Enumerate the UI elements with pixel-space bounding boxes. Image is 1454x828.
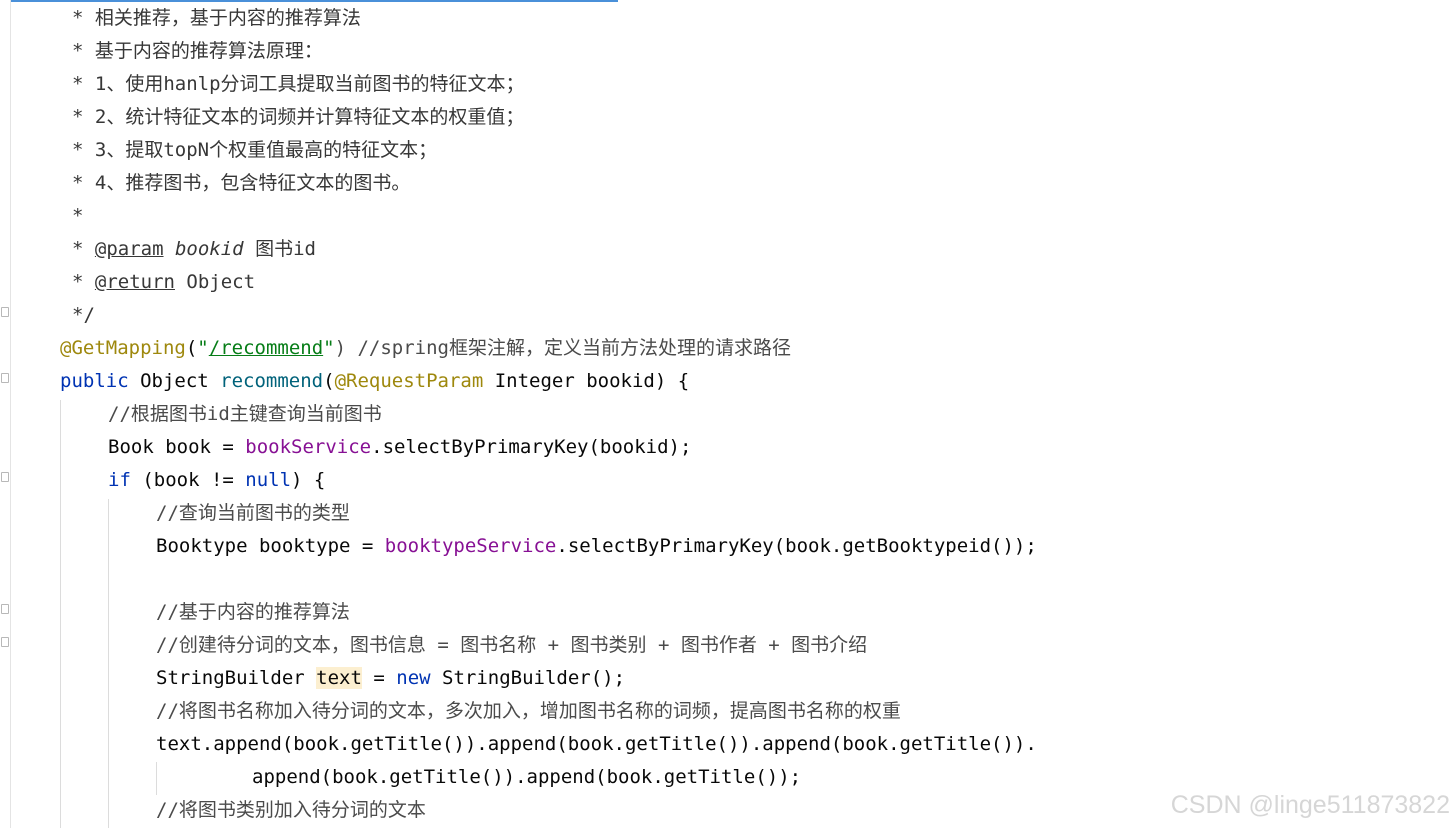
- code-token: *: [72, 238, 95, 260]
- code-token: (book !=: [130, 469, 246, 491]
- code-token: Integer bookid) {: [483, 370, 690, 392]
- code-token: StringBuilder();: [430, 667, 626, 689]
- code-editor[interactable]: * 相关推荐，基于内容的推荐算法 * 基于内容的推荐算法原理： * 1、使用hanl…: [0, 2, 1454, 827]
- code-line[interactable]: //将图书名称加入待分词的文本，多次加入，增加图书名称的词频，提高图书名称的权重: [0, 695, 1454, 728]
- code-token: =: [361, 667, 397, 689]
- code-token: Book book =: [108, 436, 246, 458]
- code-line[interactable]: */: [0, 299, 1454, 332]
- code-line[interactable]: * 4、推荐图书，包含特征文本的图书。: [0, 167, 1454, 200]
- code-token: */: [72, 304, 95, 326]
- code-line[interactable]: @GetMapping("/recommend") //spring框架注解，定…: [0, 332, 1454, 365]
- code-token: @return: [94, 271, 175, 293]
- code-token: @RequestParam: [334, 370, 484, 392]
- code-token: * 1、使用hanlp分词工具提取当前图书的特征文本；: [72, 73, 525, 95]
- code-line[interactable]: //根据图书id主键查询当前图书: [0, 398, 1454, 431]
- code-token: text.append(book.getTitle()).append(book…: [156, 733, 1037, 755]
- code-token: //创建待分词的文本，图书信息 = 图书名称 + 图书类别 + 图书作者 + 图…: [156, 634, 868, 656]
- code-line[interactable]: StringBuilder text = new StringBuilder()…: [0, 662, 1454, 695]
- code-token: * 4、推荐图书，包含特征文本的图书。: [72, 172, 411, 194]
- code-line[interactable]: * @return Object: [0, 266, 1454, 299]
- csdn-watermark: CSDN @linge511873822: [1170, 791, 1450, 819]
- code-token: Object: [128, 370, 221, 392]
- code-line[interactable]: //查询当前图书的类型: [0, 497, 1454, 530]
- code-token: new: [396, 667, 431, 689]
- code-token: * 2、统计特征文本的词频并计算特征文本的权重值；: [72, 106, 525, 128]
- code-token: ": [197, 337, 209, 359]
- code-line[interactable]: * @param bookid 图书id: [0, 233, 1454, 266]
- code-line[interactable]: * 2、统计特征文本的词频并计算特征文本的权重值；: [0, 101, 1454, 134]
- code-token: Object: [174, 271, 256, 293]
- code-token: bookid: [174, 238, 244, 260]
- code-line[interactable]: * 相关推荐，基于内容的推荐算法: [0, 2, 1454, 35]
- code-token: //基于内容的推荐算法: [156, 601, 350, 623]
- code-token: *: [72, 271, 95, 293]
- code-line[interactable]: [0, 563, 1454, 596]
- code-line[interactable]: * 1、使用hanlp分词工具提取当前图书的特征文本；: [0, 68, 1454, 101]
- code-line[interactable]: //基于内容的推荐算法: [0, 596, 1454, 629]
- code-line[interactable]: public Object recommend(@RequestParam In…: [0, 365, 1454, 398]
- code-token: booktypeService: [384, 535, 557, 557]
- code-token: .selectByPrimaryKey(book.getBooktypeid()…: [556, 535, 1037, 557]
- code-token: (: [185, 337, 198, 359]
- code-token: * 相关推荐，基于内容的推荐算法: [72, 7, 361, 29]
- code-token: *: [72, 205, 84, 227]
- code-token: (: [323, 370, 335, 392]
- code-line[interactable]: Book book = bookService.selectByPrimaryK…: [0, 431, 1454, 464]
- code-line[interactable]: //创建待分词的文本，图书信息 = 图书名称 + 图书类别 + 图书作者 + 图…: [0, 629, 1454, 662]
- code-token: StringBuilder: [156, 667, 317, 689]
- code-token: text: [316, 667, 362, 689]
- code-token: //将图书名称加入待分词的文本，多次加入，增加图书名称的词频，提高图书名称的权重: [156, 700, 901, 722]
- code-line[interactable]: * 基于内容的推荐算法原理：: [0, 35, 1454, 68]
- code-token: ": [323, 337, 335, 359]
- code-token: ) //spring框架注解，定义当前方法处理的请求路径: [334, 337, 791, 359]
- code-line[interactable]: * 3、提取topN个权重值最高的特征文本；: [0, 134, 1454, 167]
- code-token: 图书id: [243, 238, 316, 260]
- code-token: append(book.getTitle()).append(book.getT…: [252, 766, 802, 788]
- code-token: ) {: [291, 469, 326, 491]
- code-token: @param: [94, 238, 164, 260]
- code-token: public: [60, 370, 129, 392]
- code-line[interactable]: append(book.getTitle()).append(book.getT…: [0, 761, 1454, 794]
- code-line[interactable]: if (book != null) {: [0, 464, 1454, 497]
- code-token: //将图书类别加入待分词的文本: [156, 799, 426, 821]
- code-line[interactable]: Booktype booktype = booktypeService.sele…: [0, 530, 1454, 563]
- code-line[interactable]: text.append(book.getTitle()).append(book…: [0, 728, 1454, 761]
- code-token: @GetMapping: [60, 337, 186, 359]
- code-token: bookService: [245, 436, 372, 458]
- code-token: Booktype booktype =: [156, 535, 385, 557]
- code-token: .selectByPrimaryKey(bookid);: [371, 436, 692, 458]
- code-token: null: [245, 469, 292, 491]
- code-token: //根据图书id主键查询当前图书: [108, 403, 382, 425]
- code-token: * 3、提取topN个权重值最高的特征文本；: [72, 139, 438, 161]
- code-token: recommend: [220, 370, 324, 392]
- code-token: //查询当前图书的类型: [156, 502, 350, 524]
- code-token: /recommend: [208, 337, 324, 359]
- code-token: if: [108, 469, 131, 491]
- code-token: * 基于内容的推荐算法原理：: [72, 40, 323, 62]
- code-line[interactable]: *: [0, 200, 1454, 233]
